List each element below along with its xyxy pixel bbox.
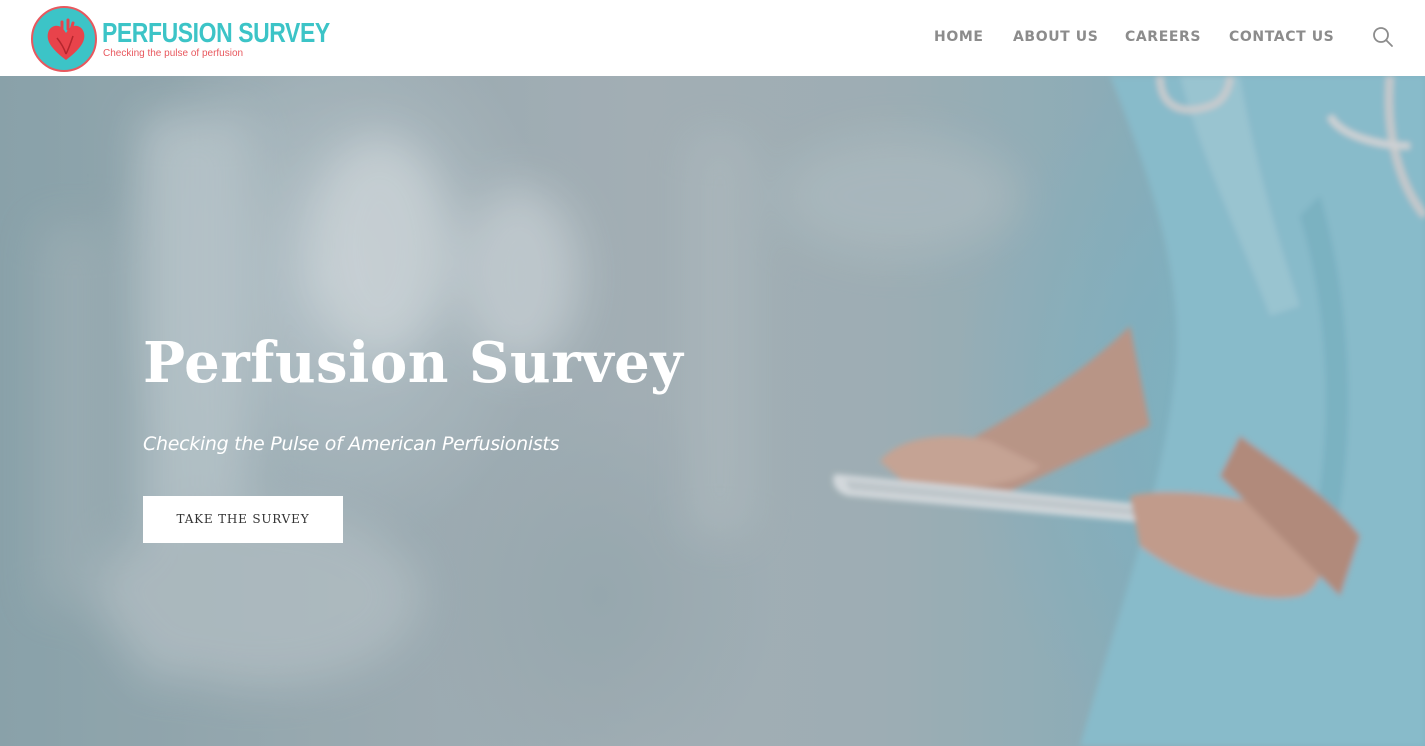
site-logo[interactable]: PERFUSION SURVEY Checking the pulse of p… [31,5,330,73]
hero-subtitle: Checking the Pulse of American Perfusion… [143,433,560,455]
site-header: PERFUSION SURVEY Checking the pulse of p… [0,0,1425,76]
hero-section: Perfusion Survey Checking the Pulse of A… [0,76,1425,746]
nav-contact-us[interactable]: CONTACT US [1229,29,1334,45]
hero-title: Perfusion Survey [143,330,684,396]
take-survey-button[interactable]: TAKE THE SURVEY [143,496,343,543]
search-icon[interactable] [1372,26,1394,48]
nav-home[interactable]: HOME [934,29,984,45]
heart-icon [31,6,97,72]
brand-name: PERFUSION SURVEY [102,17,330,48]
nav-careers[interactable]: CAREERS [1125,29,1201,45]
brand-tagline: Checking the pulse of perfusion [103,48,244,59]
nav-about-us[interactable]: ABOUT US [1013,29,1098,45]
hero-overlay [0,76,1425,746]
